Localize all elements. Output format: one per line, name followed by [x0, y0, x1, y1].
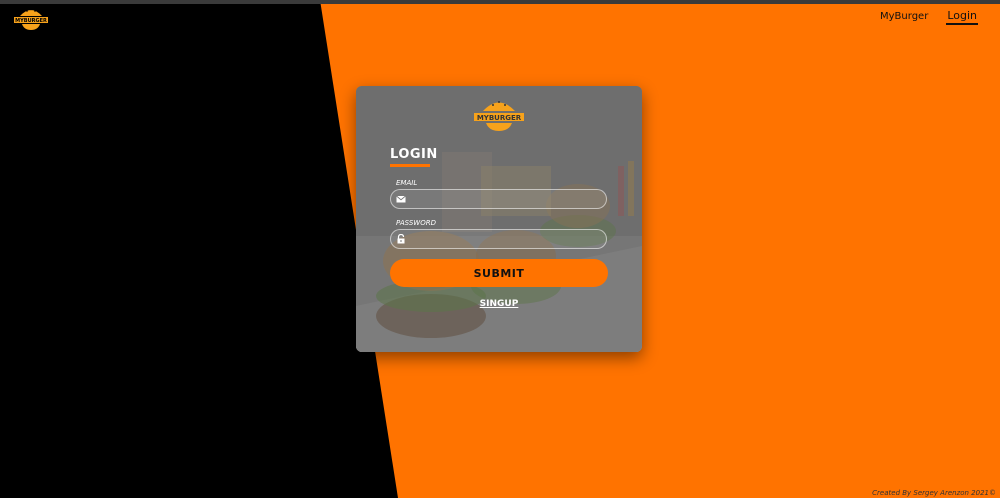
nav-link-login[interactable]: Login: [946, 8, 978, 25]
email-field[interactable]: [390, 189, 607, 210]
login-title: LOGIN: [390, 147, 438, 162]
logo-text: MYBURGER: [15, 18, 47, 24]
envelope-icon: [396, 195, 406, 203]
burger-logo-icon: MYBURGER: [474, 101, 524, 131]
email-input[interactable]: [409, 190, 603, 210]
card-logo-text: MYBURGER: [477, 114, 522, 122]
password-label: PASSWORD: [396, 219, 436, 227]
signup-link[interactable]: SINGUP: [356, 299, 642, 309]
email-label: EMAIL: [396, 179, 418, 187]
submit-button[interactable]: SUBMIT: [390, 259, 608, 287]
nav-bar: MyBurger Login: [880, 8, 978, 25]
password-field[interactable]: [390, 229, 607, 250]
burger-logo-icon[interactable]: MYBURGER: [12, 5, 50, 31]
header: MYBURGER MyBurger Login: [0, 4, 1000, 32]
nav-link-myburger[interactable]: MyBurger: [880, 11, 928, 22]
login-card: MYBURGER LOGIN EMAIL PASSWORD SUBMIT SIN…: [356, 86, 642, 352]
login-title-underline: [390, 164, 430, 167]
password-input[interactable]: [409, 230, 603, 250]
lock-icon: [397, 234, 405, 244]
footer-credit: Created By Sergey Arenzon 2021©: [872, 489, 996, 497]
page: MYBURGER MyBurger Login MYBURGER LOGIN E…: [0, 0, 1000, 498]
